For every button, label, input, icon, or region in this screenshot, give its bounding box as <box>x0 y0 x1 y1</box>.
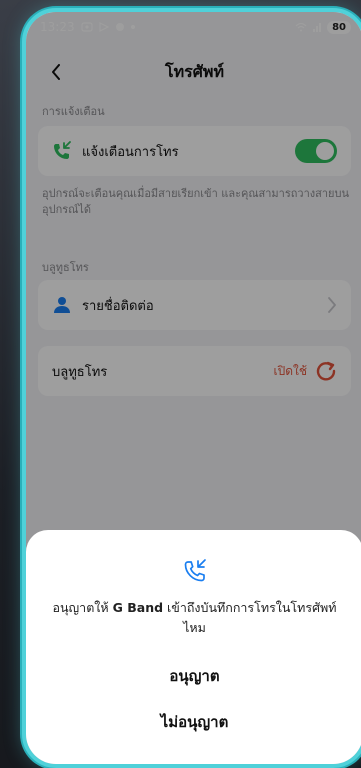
call-log-icon <box>184 559 206 582</box>
permission-message-suffix: เข้าถึงบันทึกการโทรในโทรศัพท์ไหม <box>163 600 337 635</box>
phone-frame: 13:23 80 โทรศัพท์ การแจ้งเตือน แจ้งเตือน… <box>22 8 361 768</box>
permission-message: อนุญาตให้ G Band เข้าถึงบันทึกการโทรในโท… <box>26 598 361 638</box>
allow-button[interactable]: อนุญาต <box>149 658 239 694</box>
deny-button[interactable]: ไม่อนุญาต <box>141 704 249 740</box>
permission-app-name: G Band <box>112 600 164 615</box>
permission-message-prefix: อนุญาตให้ <box>52 600 113 615</box>
permission-dialog: อนุญาตให้ G Band เข้าถึงบันทึกการโทรในโท… <box>26 530 361 764</box>
